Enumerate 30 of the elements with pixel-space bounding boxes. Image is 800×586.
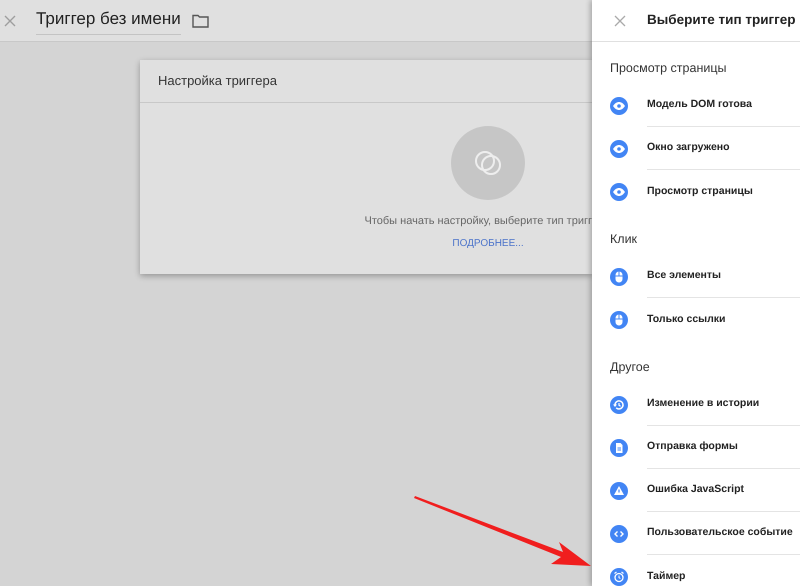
trigger-name-field[interactable]: Триггер без имени bbox=[36, 6, 181, 35]
trigger-type-item[interactable]: Модель DOM готова bbox=[647, 97, 752, 113]
trigger-type-item[interactable]: Таймер bbox=[647, 568, 686, 584]
trigger-type-item[interactable]: Пользовательское событие bbox=[647, 525, 793, 541]
trigger-type-item[interactable]: Только ссылки bbox=[647, 312, 726, 328]
folder-icon[interactable] bbox=[192, 14, 209, 28]
trigger-type-item[interactable]: Изменение в истории bbox=[647, 396, 760, 412]
mouse-icon bbox=[610, 268, 628, 286]
close-button[interactable] bbox=[613, 14, 627, 28]
mouse-icon bbox=[610, 310, 628, 328]
section-heading: Просмотр страницы bbox=[610, 60, 726, 78]
close-button[interactable] bbox=[2, 12, 18, 28]
card-title: Настройка триггера bbox=[158, 72, 277, 90]
code-icon bbox=[610, 524, 628, 542]
trigger-type-item[interactable]: Окно загружено bbox=[647, 140, 730, 156]
eye-icon bbox=[610, 140, 628, 158]
trigger-type-item[interactable]: Ошибка JavaScript bbox=[647, 482, 744, 498]
card-message: Чтобы начать настройку, выберите тип тригг bbox=[364, 214, 592, 229]
trigger-type-item[interactable]: Отправка формы bbox=[647, 439, 738, 455]
eye-icon bbox=[610, 96, 628, 114]
panel-title: Выберите тип триггер bbox=[647, 11, 796, 30]
section-heading: Другое bbox=[610, 359, 650, 376]
document-icon bbox=[610, 438, 628, 456]
trigger-type-item[interactable]: Все элементы bbox=[647, 268, 722, 284]
learn-more-link[interactable]: ПОДРОБНЕЕ... bbox=[452, 236, 524, 250]
section-heading: Клик bbox=[610, 231, 638, 248]
warning-icon bbox=[610, 482, 628, 500]
eye-icon bbox=[610, 182, 628, 200]
trigger-type-item[interactable]: Просмотр страницы bbox=[647, 184, 753, 200]
history-icon bbox=[610, 396, 628, 414]
